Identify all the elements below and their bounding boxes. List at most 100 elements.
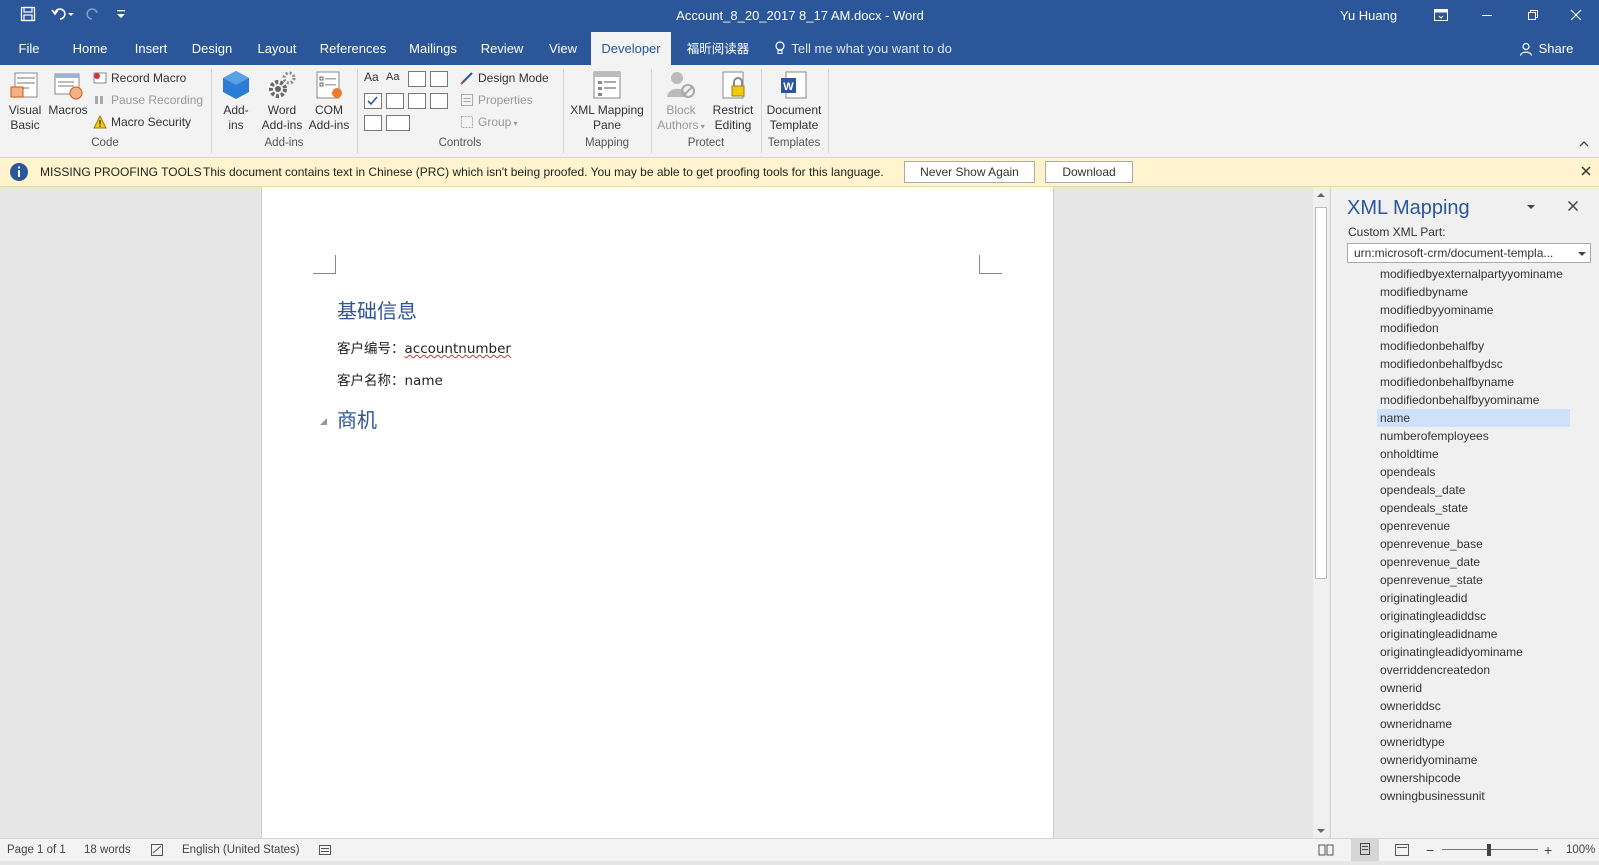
restrict-editing-button[interactable]: Restrict Editing bbox=[708, 69, 758, 133]
xml-node[interactable]: name bbox=[1377, 409, 1570, 427]
web-layout-icon[interactable] bbox=[1394, 843, 1410, 857]
macros-button[interactable]: Macros bbox=[46, 69, 90, 118]
paragraph-account-name[interactable]: 客户名称：name bbox=[337, 369, 443, 389]
xml-node[interactable]: numberofemployees bbox=[1380, 427, 1489, 445]
add-ins-button[interactable]: Add- ins bbox=[216, 69, 256, 133]
close-pane-icon[interactable] bbox=[1567, 200, 1581, 214]
tab-references[interactable]: References bbox=[314, 32, 392, 65]
xml-node[interactable]: ownershipcode bbox=[1380, 769, 1461, 787]
save-icon[interactable] bbox=[17, 6, 39, 26]
macro-security-button[interactable]: Macro Security bbox=[93, 112, 191, 132]
record-macro-button[interactable]: Record Macro bbox=[93, 68, 186, 88]
drop-down-list-control-icon[interactable] bbox=[408, 93, 426, 109]
page-count[interactable]: Page 1 of 1 bbox=[7, 839, 66, 861]
zoom-in-icon[interactable]: + bbox=[1544, 839, 1552, 861]
xml-node[interactable]: modifiedbyyominame bbox=[1380, 301, 1493, 319]
xml-node[interactable]: openrevenue_date bbox=[1380, 553, 1480, 571]
tell-me-search[interactable]: Tell me what you want to do bbox=[774, 32, 952, 65]
rich-text-content-control-icon[interactable]: Aa bbox=[364, 70, 379, 84]
tab-review[interactable]: Review bbox=[474, 32, 530, 65]
scroll-down-icon[interactable] bbox=[1313, 823, 1329, 839]
xml-node[interactable]: modifiedonbehalfby bbox=[1380, 337, 1484, 355]
xml-node[interactable]: opendeals_state bbox=[1380, 499, 1468, 517]
xml-node[interactable]: originatingleadidyominame bbox=[1380, 643, 1523, 661]
xml-node[interactable]: owneridyominame bbox=[1380, 751, 1477, 769]
redo-icon[interactable] bbox=[82, 6, 104, 26]
print-layout-icon[interactable] bbox=[1351, 839, 1379, 861]
xml-mapping-pane-button[interactable]: XML Mapping Pane bbox=[566, 69, 648, 133]
tab-design[interactable]: Design bbox=[186, 32, 238, 65]
tab-insert[interactable]: Insert bbox=[126, 32, 176, 65]
proofing-icon[interactable] bbox=[150, 843, 164, 857]
word-count[interactable]: 18 words bbox=[84, 839, 131, 861]
download-button[interactable]: Download bbox=[1045, 161, 1133, 183]
xml-node[interactable]: owneridname bbox=[1380, 715, 1452, 733]
zoom-slider-thumb[interactable] bbox=[1487, 844, 1491, 856]
xml-node[interactable]: opendeals_date bbox=[1380, 481, 1465, 499]
xml-node[interactable]: owneriddsc bbox=[1380, 697, 1441, 715]
xml-node[interactable]: originatingleadidname bbox=[1380, 625, 1497, 643]
visual-basic-button[interactable]: Visual Basic bbox=[4, 69, 46, 133]
xml-node[interactable]: ownerid bbox=[1380, 679, 1422, 697]
xml-node[interactable]: onholdtime bbox=[1380, 445, 1439, 463]
combo-box-control-icon[interactable] bbox=[386, 93, 404, 109]
document-scrollbar[interactable] bbox=[1313, 187, 1329, 839]
xml-node[interactable]: originatingleadiddsc bbox=[1380, 607, 1486, 625]
tab-home[interactable]: Home bbox=[64, 32, 116, 65]
tab-foxit-reader[interactable]: 福昕阅读器 bbox=[680, 32, 756, 65]
heading-basic-info[interactable]: 基础信息 bbox=[337, 295, 417, 324]
building-block-control-icon[interactable] bbox=[430, 71, 448, 87]
macro-recording-icon[interactable] bbox=[318, 843, 332, 857]
xml-node[interactable]: openrevenue bbox=[1380, 517, 1450, 535]
account-name-field[interactable]: name bbox=[405, 373, 443, 389]
close-message-icon[interactable] bbox=[1580, 165, 1594, 179]
collapse-ribbon-icon[interactable] bbox=[1578, 138, 1592, 152]
design-mode-button[interactable]: Design Mode bbox=[460, 68, 549, 88]
xml-node[interactable]: modifiedonbehalfbyyominame bbox=[1380, 391, 1539, 409]
zoom-level[interactable]: 100% bbox=[1566, 839, 1595, 861]
tab-view[interactable]: View bbox=[540, 32, 586, 65]
scroll-thumb[interactable] bbox=[1315, 207, 1327, 579]
legacy-tools-icon[interactable] bbox=[386, 115, 410, 131]
restore-icon[interactable] bbox=[1510, 0, 1556, 32]
language-indicator[interactable]: English (United States) bbox=[182, 839, 300, 861]
tab-developer[interactable]: Developer bbox=[591, 32, 671, 65]
user-name[interactable]: Yu Huang bbox=[1340, 0, 1397, 32]
xml-node[interactable]: opendeals bbox=[1380, 463, 1435, 481]
checkbox-control-icon[interactable] bbox=[364, 93, 382, 109]
document-page[interactable]: 基础信息 客户编号：accountnumber 客户名称：name 商机 bbox=[261, 187, 1054, 839]
tab-layout[interactable]: Layout bbox=[250, 32, 304, 65]
document-template-button[interactable]: W Document Template bbox=[763, 69, 825, 133]
scroll-up-icon[interactable] bbox=[1313, 187, 1329, 203]
picture-content-control-icon[interactable] bbox=[408, 71, 426, 87]
xml-node[interactable]: overriddencreatedon bbox=[1380, 661, 1490, 679]
never-show-again-button[interactable]: Never Show Again bbox=[904, 161, 1035, 183]
share-button[interactable]: Share bbox=[1519, 36, 1589, 61]
collapse-heading-icon[interactable] bbox=[319, 415, 329, 425]
ribbon-display-options-icon[interactable] bbox=[1418, 0, 1464, 32]
read-mode-icon[interactable] bbox=[1318, 843, 1334, 857]
minimize-icon[interactable] bbox=[1464, 0, 1510, 32]
xml-node[interactable]: modifiedonbehalfbydsc bbox=[1380, 355, 1503, 373]
xml-node[interactable]: modifiedbyname bbox=[1380, 283, 1468, 301]
xml-node[interactable]: openrevenue_base bbox=[1380, 535, 1483, 553]
date-picker-control-icon[interactable] bbox=[430, 93, 448, 109]
account-number-field[interactable]: accountnumber bbox=[405, 341, 511, 357]
custom-xml-part-select[interactable]: urn:microsoft-crm/document-templa... bbox=[1347, 243, 1591, 263]
tab-file[interactable]: File bbox=[9, 32, 49, 65]
tab-mailings[interactable]: Mailings bbox=[403, 32, 463, 65]
heading-opportunities[interactable]: 商机 bbox=[337, 404, 377, 433]
word-add-ins-button[interactable]: Word Add-ins bbox=[259, 69, 305, 133]
repeating-section-control-icon[interactable] bbox=[364, 115, 382, 131]
paragraph-account-number[interactable]: 客户编号：accountnumber bbox=[337, 337, 511, 357]
xml-node[interactable]: modifiedonbehalfbyname bbox=[1380, 373, 1514, 391]
xml-node[interactable]: openrevenue_state bbox=[1380, 571, 1483, 589]
xml-node[interactable]: modifiedbyexternalpartyyominame bbox=[1380, 265, 1563, 283]
pane-options-icon[interactable] bbox=[1525, 201, 1539, 215]
zoom-out-icon[interactable]: − bbox=[1426, 839, 1434, 861]
xml-node[interactable]: owningbusinessunit bbox=[1380, 787, 1485, 805]
undo-icon[interactable] bbox=[48, 6, 78, 26]
com-add-ins-button[interactable]: COM Add-ins bbox=[306, 69, 352, 133]
plain-text-content-control-icon[interactable]: Aa bbox=[386, 71, 399, 83]
xml-node[interactable]: modifiedon bbox=[1380, 319, 1439, 337]
